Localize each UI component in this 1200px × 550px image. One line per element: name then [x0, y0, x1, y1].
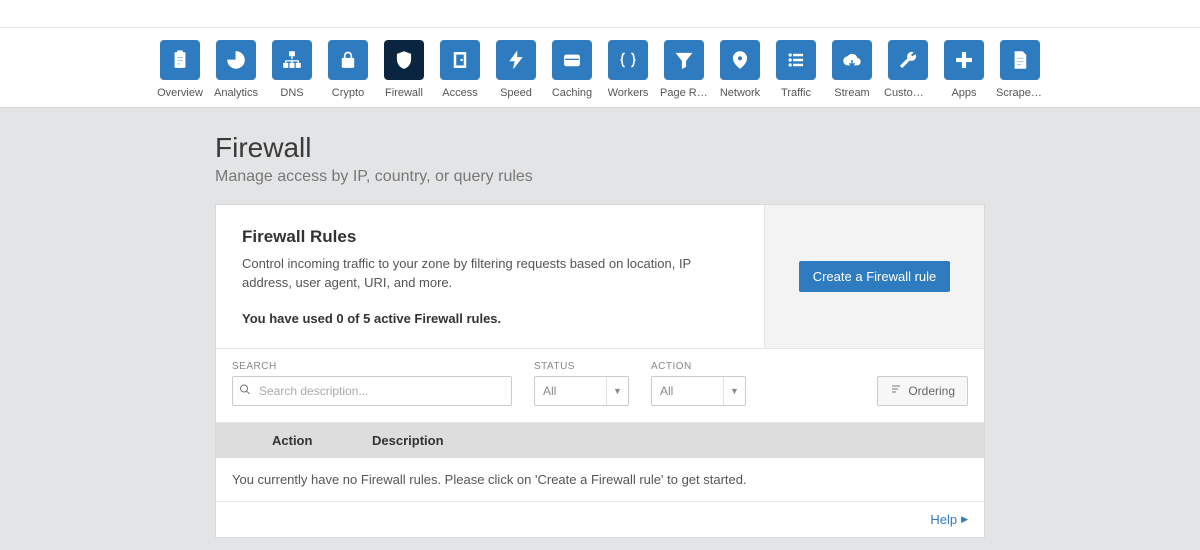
ordering-label: Ordering — [908, 384, 955, 398]
plus-icon — [944, 40, 984, 80]
braces-icon — [608, 40, 648, 80]
table-empty-message: You currently have no Firewall rules. Pl… — [216, 458, 984, 502]
shield-icon — [384, 40, 424, 80]
nav-item-network[interactable]: Network — [716, 40, 764, 99]
nav-label: Traffic — [781, 87, 811, 99]
nav-item-caching[interactable]: Caching — [548, 40, 596, 99]
status-select[interactable]: All ▼ — [534, 376, 629, 406]
clipboard-icon — [160, 40, 200, 80]
nav-item-customp[interactable]: Custom P... — [884, 40, 932, 99]
nav-label: Overview — [157, 87, 203, 99]
card-usage-text: You have used 0 of 5 active Firewall rul… — [242, 311, 738, 326]
caret-right-icon: ▶ — [961, 514, 968, 525]
create-firewall-rule-button[interactable]: Create a Firewall rule — [799, 261, 951, 292]
action-filter-group: ACTION All ▼ — [651, 361, 746, 406]
page-subtitle: Manage access by IP, country, or query r… — [215, 168, 985, 186]
firewall-rules-card: Firewall Rules Control incoming traffic … — [215, 204, 985, 538]
nav-label: Network — [720, 87, 760, 99]
nav-label: DNS — [280, 87, 303, 99]
status-group: STATUS All ▼ — [534, 361, 629, 406]
status-value: All — [543, 384, 556, 398]
nav-item-access[interactable]: Access — [436, 40, 484, 99]
action-select[interactable]: All ▼ — [651, 376, 746, 406]
funnel-icon — [664, 40, 704, 80]
nav-item-stream[interactable]: Stream — [828, 40, 876, 99]
search-input[interactable] — [232, 376, 512, 406]
help-label: Help — [930, 512, 957, 527]
nav-item-workers[interactable]: Workers — [604, 40, 652, 99]
cloud-icon — [832, 40, 872, 80]
nav-item-overview[interactable]: Overview — [156, 40, 204, 99]
top-bar — [0, 0, 1200, 28]
nav-label: Scrape Shi... — [996, 87, 1044, 99]
filter-row: SEARCH STATUS All ▼ ACTION All — [216, 349, 984, 423]
search-label: SEARCH — [232, 361, 512, 372]
wrench-icon — [888, 40, 928, 80]
card-header-row: Firewall Rules Control incoming traffic … — [216, 205, 984, 349]
door-icon — [440, 40, 480, 80]
nav-item-firewall[interactable]: Firewall — [380, 40, 428, 99]
table-header: Action Description — [216, 423, 984, 458]
sitemap-icon — [272, 40, 312, 80]
pin-icon — [720, 40, 760, 80]
nav-label: Analytics — [214, 87, 258, 99]
nav-label: Speed — [500, 87, 532, 99]
nav-item-crypto[interactable]: Crypto — [324, 40, 372, 99]
status-label: STATUS — [534, 361, 629, 372]
card-header-right: Create a Firewall rule — [764, 205, 984, 348]
nav-label: Custom P... — [884, 87, 932, 99]
nav-label: Workers — [608, 87, 649, 99]
card-header-left: Firewall Rules Control incoming traffic … — [216, 205, 764, 348]
action-value: All — [660, 384, 673, 398]
help-link[interactable]: Help ▶ — [930, 512, 968, 527]
col-action: Action — [232, 433, 372, 448]
nav-item-traffic[interactable]: Traffic — [772, 40, 820, 99]
col-description: Description — [372, 433, 968, 448]
chevron-down-icon: ▼ — [723, 377, 745, 405]
ordering-button[interactable]: Ordering — [877, 376, 968, 406]
nav-item-analytics[interactable]: Analytics — [212, 40, 260, 99]
nav-label: Stream — [834, 87, 869, 99]
ordering-icon — [890, 383, 902, 398]
doc-icon — [1000, 40, 1040, 80]
lock-icon — [328, 40, 368, 80]
list-icon — [776, 40, 816, 80]
nav-item-apps[interactable]: Apps — [940, 40, 988, 99]
primary-nav: Overview Analytics DNS Crypto Firewall Access… — [0, 28, 1200, 108]
nav-item-pagerules[interactable]: Page Rules — [660, 40, 708, 99]
nav-label: Caching — [552, 87, 592, 99]
nav-item-scrape[interactable]: Scrape Shi... — [996, 40, 1044, 99]
nav-label: Firewall — [385, 87, 423, 99]
nav-item-speed[interactable]: Speed — [492, 40, 540, 99]
bolt-icon — [496, 40, 536, 80]
search-wrap — [232, 376, 512, 406]
nav-label: Page Rules — [660, 87, 708, 99]
nav-label: Crypto — [332, 87, 364, 99]
card-title: Firewall Rules — [242, 227, 738, 247]
search-group: SEARCH — [232, 361, 512, 406]
page-title: Firewall — [215, 132, 985, 164]
nav-label: Apps — [951, 87, 976, 99]
card-description: Control incoming traffic to your zone by… — [242, 255, 738, 293]
help-row: Help ▶ — [216, 502, 984, 537]
nav-item-dns[interactable]: DNS — [268, 40, 316, 99]
card-icon — [552, 40, 592, 80]
pie-icon — [216, 40, 256, 80]
nav-label: Access — [442, 87, 477, 99]
action-label: ACTION — [651, 361, 746, 372]
search-icon — [239, 383, 251, 398]
page-content: Firewall Manage access by IP, country, o… — [215, 108, 985, 550]
chevron-down-icon: ▼ — [606, 377, 628, 405]
